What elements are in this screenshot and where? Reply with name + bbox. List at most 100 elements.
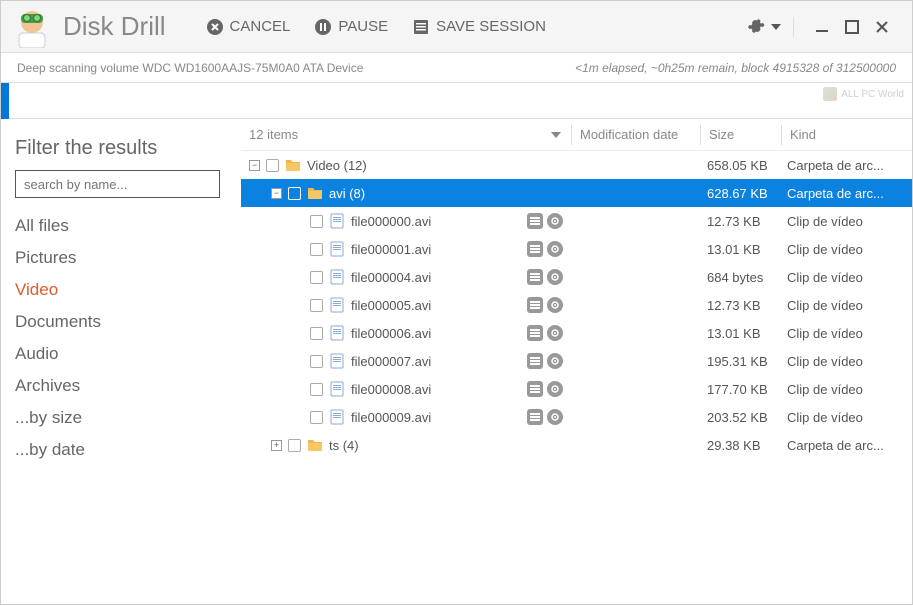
row-kind: Clip de vídeo <box>779 326 912 341</box>
row-size: 13.01 KB <box>699 242 779 257</box>
row-kind: Carpeta de arc... <box>779 438 912 453</box>
row-name-label: file000004.avi <box>351 270 431 285</box>
row-checkbox[interactable] <box>310 411 323 424</box>
folder-row[interactable]: −Video (12)658.05 KBCarpeta de arc... <box>241 151 912 179</box>
row-size: 658.05 KB <box>699 158 779 173</box>
row-checkbox[interactable] <box>310 355 323 368</box>
preview-action-icon[interactable] <box>547 381 563 397</box>
file-row[interactable]: file000006.avi 13.01 KBClip de vídeo <box>241 319 912 347</box>
filter-item--by-size[interactable]: ...by size <box>15 402 227 434</box>
list-action-icon[interactable] <box>527 353 543 369</box>
collapse-icon[interactable]: − <box>249 160 260 171</box>
row-kind: Clip de vídeo <box>779 298 912 313</box>
row-name-label: file000000.avi <box>351 214 431 229</box>
filter-sidebar: Filter the results All filesPicturesVide… <box>1 119 241 606</box>
preview-action-icon[interactable] <box>547 297 563 313</box>
row-checkbox[interactable] <box>310 383 323 396</box>
col-header-modification[interactable]: Modification date <box>572 127 700 142</box>
close-button[interactable] <box>872 17 892 37</box>
save-session-button[interactable]: SAVE SESSION <box>412 18 546 36</box>
col-header-size[interactable]: Size <box>701 127 781 142</box>
file-row[interactable]: file000005.avi 12.73 KBClip de vídeo <box>241 291 912 319</box>
app-header: Disk Drill CANCEL PAUSE SAVE SESSION <box>1 1 912 53</box>
col-header-items[interactable]: 12 items <box>241 127 571 142</box>
filter-item-audio[interactable]: Audio <box>15 338 227 370</box>
row-checkbox[interactable] <box>310 327 323 340</box>
row-kind: Clip de vídeo <box>779 214 912 229</box>
pause-icon <box>314 18 332 36</box>
pause-button[interactable]: PAUSE <box>314 18 388 36</box>
row-name-label: Video (12) <box>307 158 367 173</box>
filter-list: All filesPicturesVideoDocumentsAudioArch… <box>15 210 227 466</box>
watermark-icon <box>823 87 837 101</box>
filter-item-all-files[interactable]: All files <box>15 210 227 242</box>
preview-action-icon[interactable] <box>547 241 563 257</box>
watermark-text: ALL PC World <box>841 89 904 100</box>
folder-row[interactable]: +ts (4)29.38 KBCarpeta de arc... <box>241 431 912 459</box>
row-name-label: file000008.avi <box>351 382 431 397</box>
list-action-icon[interactable] <box>527 381 543 397</box>
folder-row[interactable]: −avi (8)628.67 KBCarpeta de arc... <box>241 179 912 207</box>
row-size: 12.73 KB <box>699 214 779 229</box>
file-row[interactable]: file000008.avi177.70 KBClip de vídeo <box>241 375 912 403</box>
list-action-icon[interactable] <box>527 325 543 341</box>
list-action-icon[interactable] <box>527 297 543 313</box>
row-size: 29.38 KB <box>699 438 779 453</box>
search-input[interactable] <box>15 170 220 198</box>
row-checkbox[interactable] <box>310 271 323 284</box>
expand-icon[interactable]: + <box>271 440 282 451</box>
preview-action-icon[interactable] <box>547 353 563 369</box>
tab-strip: ALL PC World <box>1 83 912 119</box>
row-name-label: file000006.avi <box>351 326 431 341</box>
row-checkbox[interactable] <box>266 159 279 172</box>
preview-action-icon[interactable] <box>547 409 563 425</box>
minimize-button[interactable] <box>812 17 832 37</box>
row-size: 177.70 KB <box>699 382 779 397</box>
cancel-button[interactable]: CANCEL <box>206 18 291 36</box>
file-row[interactable]: file000009.avi203.52 KBClip de vídeo <box>241 403 912 431</box>
file-row[interactable]: file000001.avi13.01 KBClip de vídeo <box>241 235 912 263</box>
row-size: 12.73 KB <box>699 298 779 313</box>
app-avatar-icon <box>11 6 53 48</box>
file-row[interactable]: file000004.avi684 bytesClip de vídeo <box>241 263 912 291</box>
filter-item-archives[interactable]: Archives <box>15 370 227 402</box>
list-action-icon[interactable] <box>527 409 543 425</box>
list-action-icon[interactable] <box>527 213 543 229</box>
row-checkbox[interactable] <box>288 439 301 452</box>
gear-icon[interactable] <box>745 17 765 37</box>
file-row[interactable]: file000000.avi 12.73 KBClip de vídeo <box>241 207 912 235</box>
row-checkbox[interactable] <box>288 187 301 200</box>
pause-label: PAUSE <box>338 18 388 35</box>
list-action-icon[interactable] <box>527 269 543 285</box>
cancel-icon <box>206 18 224 36</box>
sort-caret-icon <box>551 132 561 138</box>
preview-action-icon[interactable] <box>547 325 563 341</box>
file-row[interactable]: file000007.avi195.31 KBClip de vídeo <box>241 347 912 375</box>
gear-dropdown-icon[interactable] <box>771 24 781 30</box>
preview-action-icon[interactable] <box>547 213 563 229</box>
app-title: Disk Drill <box>63 11 166 42</box>
row-size: 628.67 KB <box>699 186 779 201</box>
header-actions: CANCEL PAUSE SAVE SESSION <box>206 18 546 36</box>
row-name-label: file000007.avi <box>351 354 431 369</box>
row-kind: Clip de vídeo <box>779 242 912 257</box>
row-checkbox[interactable] <box>310 243 323 256</box>
row-checkbox[interactable] <box>310 215 323 228</box>
collapse-icon[interactable]: − <box>271 188 282 199</box>
filter-item-pictures[interactable]: Pictures <box>15 242 227 274</box>
row-size: 13.01 KB <box>699 326 779 341</box>
save-session-label: SAVE SESSION <box>436 18 546 35</box>
maximize-button[interactable] <box>842 17 862 37</box>
filter-item-video[interactable]: Video <box>15 274 227 306</box>
row-name-label: file000005.avi <box>351 298 431 313</box>
filter-item-documents[interactable]: Documents <box>15 306 227 338</box>
filter-item--by-date[interactable]: ...by date <box>15 434 227 466</box>
row-kind: Clip de vídeo <box>779 354 912 369</box>
row-size: 203.52 KB <box>699 410 779 425</box>
scan-progress-text: <1m elapsed, ~0h25m remain, block 491532… <box>575 61 896 75</box>
row-checkbox[interactable] <box>310 299 323 312</box>
row-kind: Clip de vídeo <box>779 270 912 285</box>
list-action-icon[interactable] <box>527 241 543 257</box>
preview-action-icon[interactable] <box>547 269 563 285</box>
col-header-kind[interactable]: Kind <box>782 127 912 142</box>
